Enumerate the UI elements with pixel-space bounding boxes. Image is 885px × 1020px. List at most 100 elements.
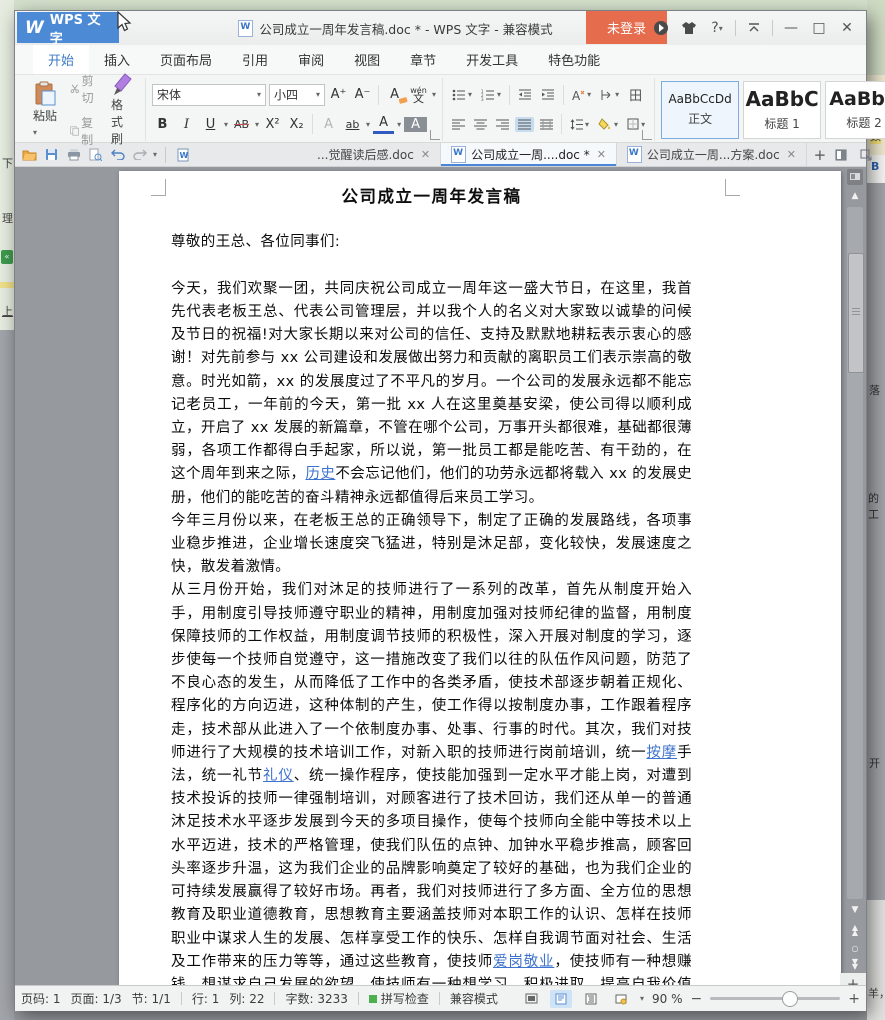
tab-page-layout[interactable]: 页面布局	[145, 45, 227, 74]
font-dialog-launcher[interactable]	[430, 130, 441, 140]
justify-button[interactable]	[515, 116, 535, 132]
align-center-button[interactable]	[471, 117, 490, 132]
bullets-button[interactable]: ▾	[449, 87, 475, 103]
collapse-ribbon-button[interactable]	[741, 15, 767, 41]
reading-layout-button[interactable]	[847, 169, 863, 185]
increase-indent-button[interactable]	[538, 87, 558, 103]
close-tab-icon[interactable]: ✕	[421, 148, 430, 161]
distribute-button[interactable]	[537, 117, 556, 132]
tab-developer[interactable]: 开发工具	[451, 45, 533, 74]
font-name-select[interactable]: 宋体 ▾	[152, 83, 267, 106]
view-dropdown-icon[interactable]: ▾	[640, 994, 644, 1003]
zoom-slider[interactable]	[710, 991, 841, 1007]
paste-button[interactable]: 粘贴 ▾	[27, 80, 63, 139]
cut-button[interactable]: 剪切	[67, 70, 101, 108]
open-file-button[interactable]	[21, 146, 38, 163]
redo-button[interactable]	[131, 146, 148, 163]
doc-tab-2-active[interactable]: 公司成立一周....doc * ✕	[441, 143, 617, 166]
document-body[interactable]: 公司成立一周年发言稿 尊敬的王总、各位同事们: 今天，我们欢聚一团，共同庆祝公司…	[171, 185, 692, 985]
style-heading1[interactable]: AaBbC 标题 1	[743, 80, 822, 139]
status-column: 列: 22	[229, 992, 265, 1006]
minimize-button[interactable]: —	[778, 15, 804, 41]
doc-tab-1[interactable]: ...觉醒读后感.doc ✕	[307, 143, 442, 166]
text-direction-button[interactable]: ▾	[597, 87, 622, 103]
underline-button[interactable]: U	[200, 115, 221, 134]
style-heading2[interactable]: AaBbC 标题 2	[825, 80, 885, 139]
hyperlink[interactable]: 爱岗敬业	[493, 954, 554, 970]
superscript-button[interactable]: X²	[262, 115, 283, 134]
new-document-button[interactable]: W	[174, 146, 191, 163]
shading-color-button[interactable]: ▾	[595, 116, 621, 132]
status-word-count[interactable]: 字数: 3233	[285, 990, 347, 1007]
zoom-out-button[interactable]: −	[691, 991, 703, 1007]
fullscreen-view-button[interactable]	[520, 990, 542, 1008]
save-button[interactable]	[43, 146, 60, 163]
scroll-up-button[interactable]: ▲	[846, 187, 864, 205]
scroll-down-button[interactable]: ▼	[846, 901, 864, 919]
numbering-button[interactable]: 123 ▾	[478, 87, 504, 103]
format-painter-button[interactable]: 格式刷	[105, 71, 139, 148]
fit-page-button[interactable]: +	[840, 973, 866, 985]
line-spacing-button[interactable]: ▾	[567, 117, 592, 132]
doc-tab-3[interactable]: 公司成立一周...方案.doc ✕	[617, 143, 807, 166]
table-grid-button[interactable]: 田	[625, 83, 646, 106]
tab-section[interactable]: 章节	[395, 45, 451, 74]
hyperlink[interactable]: 历史	[305, 466, 335, 482]
font-size-select[interactable]: 小四 ▾	[269, 83, 326, 106]
strikethrough-button[interactable]: AB	[231, 116, 252, 133]
status-page-number[interactable]: 页码: 1	[21, 990, 61, 1007]
decrease-indent-button[interactable]	[515, 87, 535, 103]
shrink-font-button[interactable]: A⁻	[352, 85, 373, 104]
status-pages[interactable]: 页面: 1/3	[71, 990, 122, 1007]
help-button[interactable]: ? ▾	[704, 15, 730, 41]
quickbar-dropdown-icon[interactable]: ▾	[153, 150, 157, 159]
zoom-in-button[interactable]: +	[848, 991, 860, 1007]
arrange-windows-button[interactable]	[858, 146, 875, 163]
highlight-color-button[interactable]: ab	[342, 116, 363, 133]
align-left-button[interactable]	[449, 117, 468, 132]
status-spellcheck[interactable]: 拼写检查	[368, 990, 429, 1007]
copy-button[interactable]: 复制	[67, 112, 101, 150]
status-section[interactable]: 节: 1/1	[132, 990, 171, 1007]
skin-shirt-icon[interactable]	[676, 15, 702, 41]
subscript-button[interactable]: X₂	[286, 115, 307, 134]
zoom-slider-knob[interactable]	[782, 991, 799, 1007]
clear-format-button[interactable]: A	[384, 85, 408, 104]
bold-button[interactable]: B	[152, 115, 173, 134]
hyperlink[interactable]: 礼仪	[263, 768, 294, 784]
grow-font-button[interactable]: A⁺	[328, 85, 349, 104]
maximize-button[interactable]: □	[806, 15, 832, 41]
zoom-level[interactable]: 90 %	[652, 992, 683, 1006]
tab-special-features[interactable]: 特色功能	[533, 45, 615, 74]
page-view-button[interactable]	[550, 989, 573, 1008]
scrollbar-track[interactable]	[847, 207, 864, 899]
pinyin-guide-button[interactable]: wén 文	[408, 85, 429, 105]
paragraph-dialog-launcher[interactable]	[642, 130, 653, 140]
wps-vip-icon[interactable]	[648, 15, 674, 41]
text-tools-button[interactable]: A ▾	[569, 87, 594, 103]
font-color-button[interactable]: A	[373, 115, 395, 134]
wps-logo[interactable]: W WPS 文字	[17, 12, 119, 47]
previous-page-button[interactable]: ▲ ▲	[846, 921, 864, 939]
undo-button[interactable]	[109, 146, 126, 163]
scrollbar-thumb[interactable]	[848, 253, 864, 373]
next-page-button[interactable]: ▼ ▼	[846, 955, 864, 973]
italic-button[interactable]: I	[176, 115, 197, 134]
close-tab-icon[interactable]: ✕	[597, 148, 606, 161]
web-view-button[interactable]	[610, 990, 632, 1008]
tab-view[interactable]: 视图	[339, 45, 395, 74]
tab-review[interactable]: 审阅	[283, 45, 339, 74]
sidebar-toggle-button[interactable]	[833, 146, 850, 163]
style-normal[interactable]: AaBbCcDd 正文	[661, 80, 740, 139]
text-effects-button[interactable]: A	[318, 115, 339, 134]
document-page[interactable]: 公司成立一周年发言稿 尊敬的王总、各位同事们: 今天，我们欢聚一团，共同庆祝公司…	[119, 171, 841, 985]
outline-view-button[interactable]	[580, 990, 602, 1008]
new-tab-button[interactable]: +	[807, 143, 833, 166]
align-right-button[interactable]	[493, 117, 512, 132]
hyperlink[interactable]: 按摩	[646, 745, 677, 761]
tab-references[interactable]: 引用	[227, 45, 283, 74]
close-button[interactable]: ✕	[834, 15, 860, 41]
close-tab-icon[interactable]: ✕	[787, 148, 796, 161]
doc-tab-label: ...觉醒读后感.doc	[317, 148, 414, 162]
character-shading-button[interactable]: A	[404, 116, 428, 132]
